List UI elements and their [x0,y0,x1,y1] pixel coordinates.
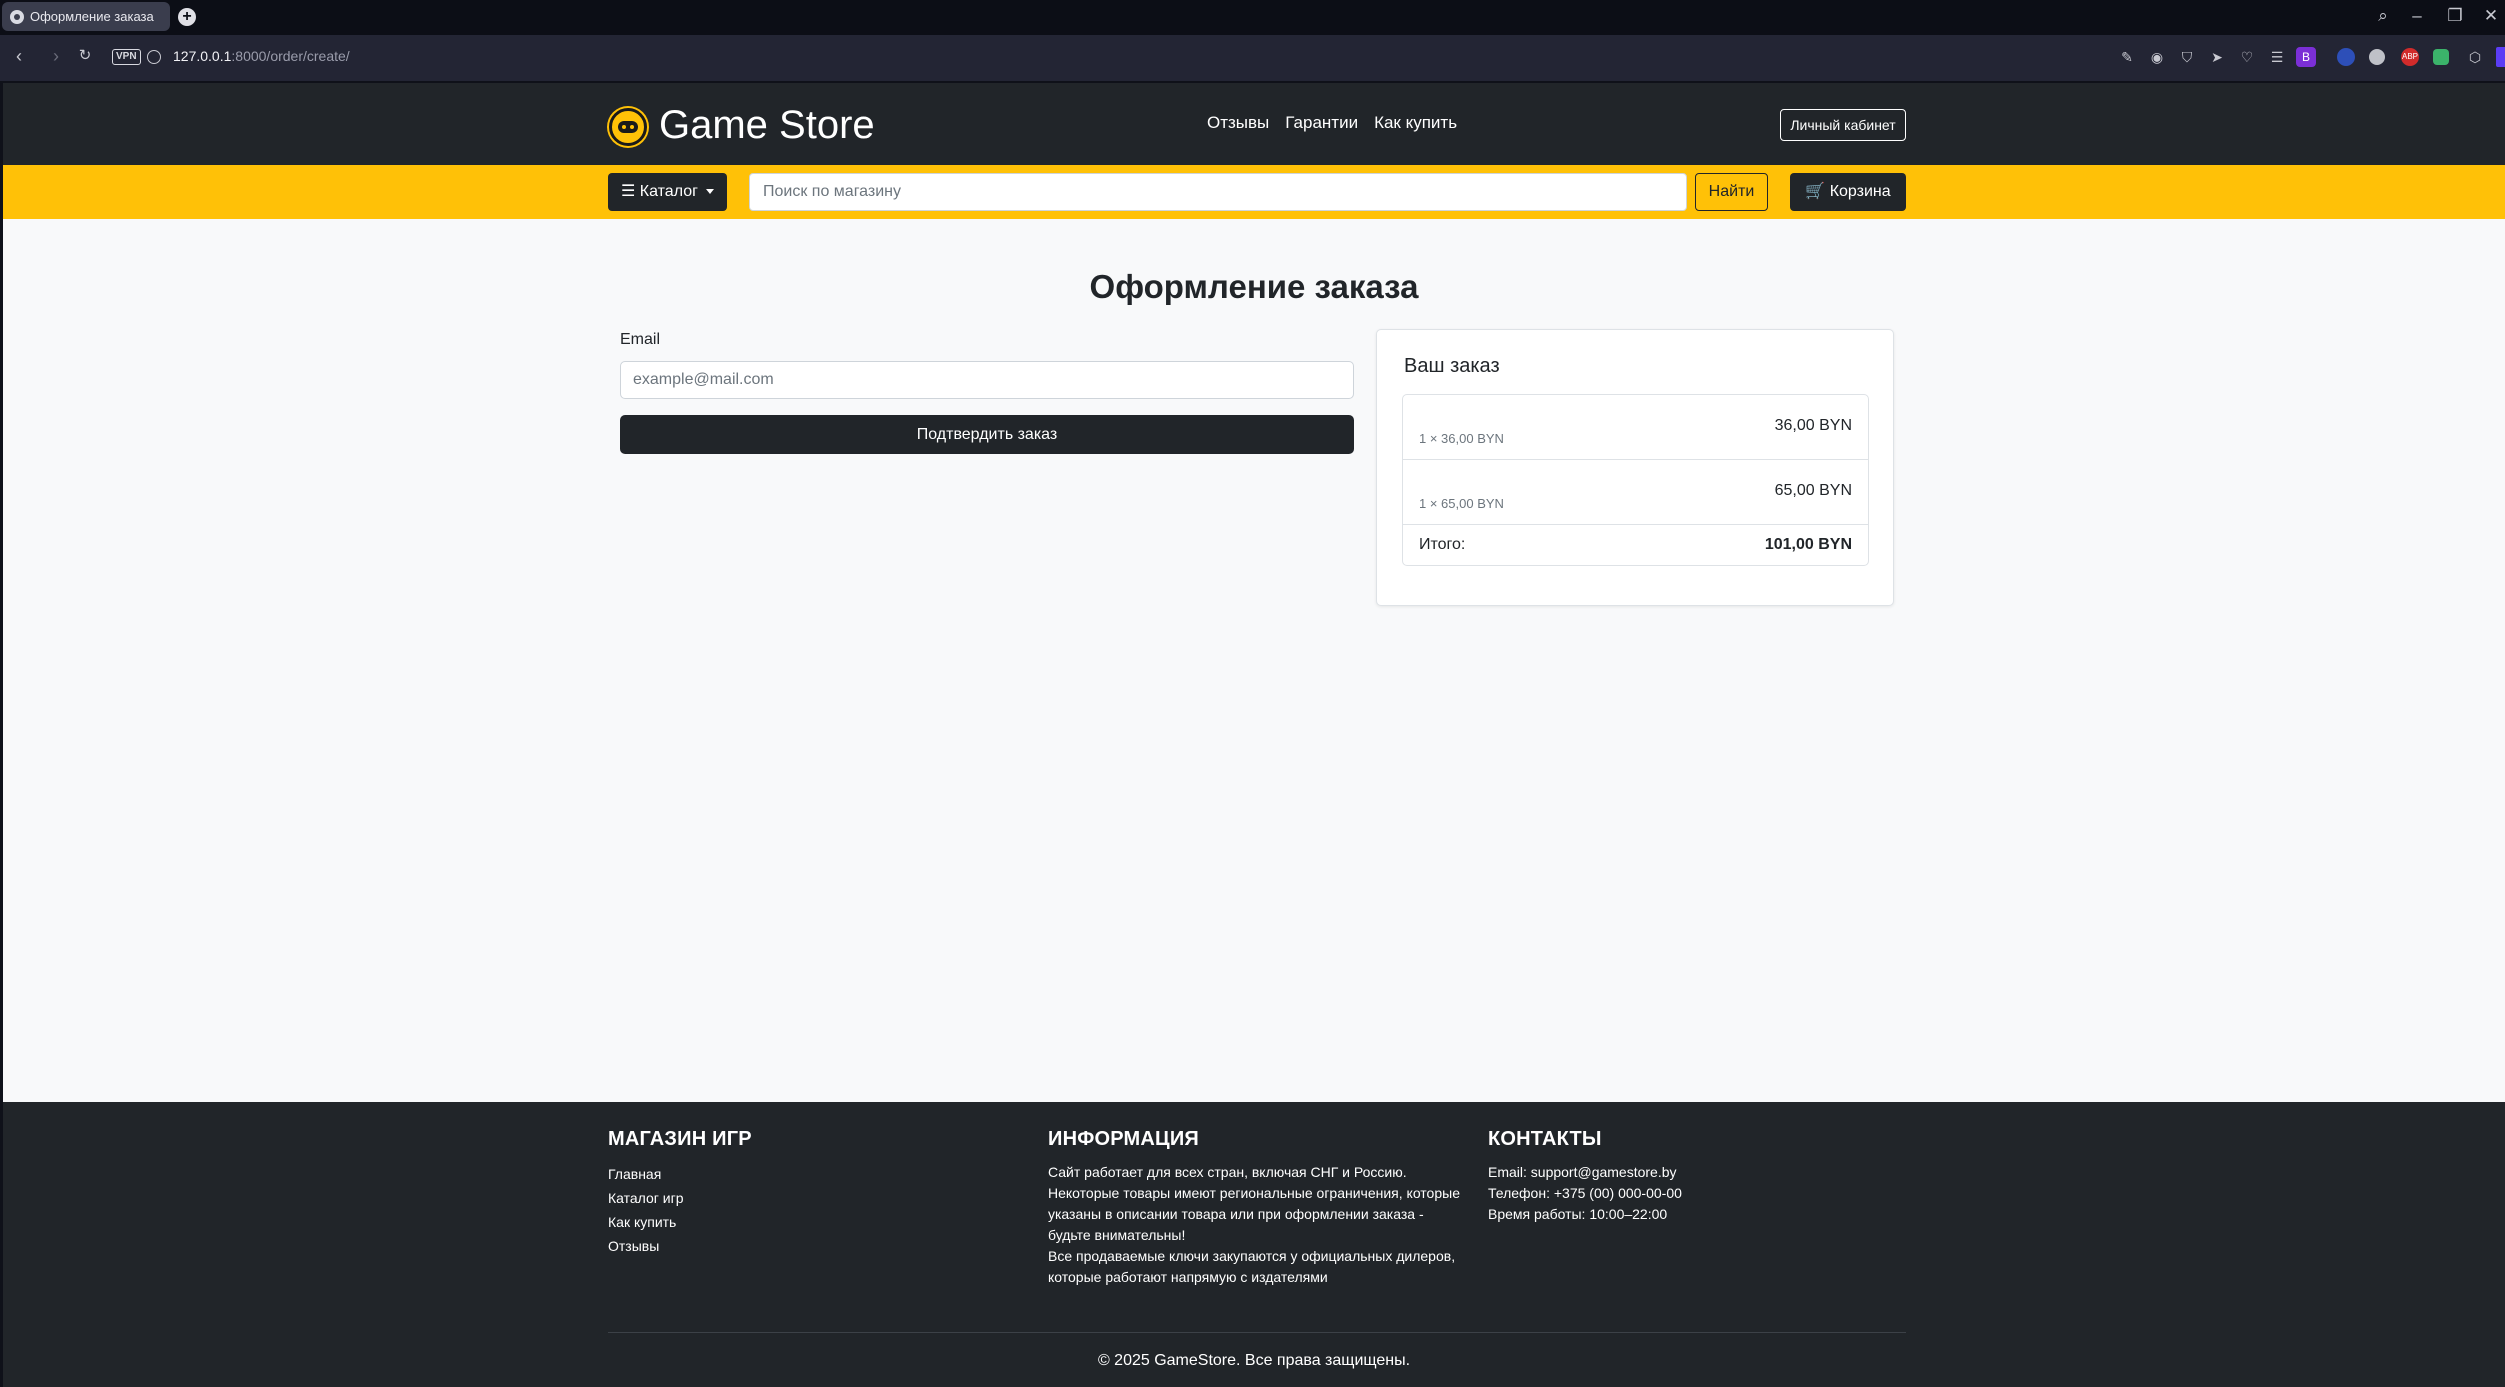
order-item-quantity: 1 × 65,00 BYN [1419,496,1504,511]
footer-info-line: указаны в описании товара или при оформл… [1048,1206,1424,1222]
catalog-dropdown-button[interactable]: ☰ Каталог [608,173,727,211]
site-favicon-icon [10,9,24,24]
footer-info-line: Сайт работает для всех стран, включая СН… [1048,1164,1407,1180]
catalog-label: ☰ Каталог [621,183,698,200]
tab-title: Оформление заказа [30,9,154,24]
footer-info-line: будьте внимательны! [1048,1227,1186,1243]
footer-contact-hours: Время работы: 10:00–22:00 [1488,1206,1668,1222]
heart-icon[interactable]: ♡ [2237,47,2257,67]
search-toolbar: ☰ Каталог Найти 🛒 Корзина [3,165,2505,219]
translate-extension-icon[interactable] [2337,48,2355,66]
vpn-badge[interactable]: VPN [112,49,141,65]
order-total-label: Итого: [1419,536,1466,553]
url-path: :8000/order/create/ [231,48,350,64]
browser-address-bar: ‹ › ↻ VPN 127.0.0.1:8000/order/create/ ✎… [0,35,2505,81]
footer-link-reviews[interactable]: Отзывы [608,1234,752,1258]
extensions-cube-icon[interactable]: ⬡ [2465,47,2485,67]
footer-link-how-to-buy[interactable]: Как купить [608,1210,752,1234]
camera-icon[interactable]: ◉ [2147,47,2167,67]
footer-info-column: ИНФОРМАЦИЯ Сайт работает для всех стран,… [1048,1128,1478,1288]
edit-page-icon[interactable]: ✎ [2117,47,2137,67]
email-label: Email [620,331,661,348]
gamepad-logo-icon[interactable] [609,108,647,146]
footer-divider [608,1332,1906,1333]
url-host: 127.0.0.1 [173,48,232,64]
site-info-icon[interactable] [147,50,161,64]
order-total-row: Итого: 101,00 BYN [1403,525,1868,565]
browser-tab-active[interactable]: Оформление заказа [2,2,170,31]
account-button[interactable]: Личный кабинет [1780,109,1906,141]
confirm-order-button[interactable]: Подтвердить заказ [620,415,1354,454]
browser-search-icon[interactable]: ⌕ [2372,6,2394,26]
green-extension-icon[interactable] [2433,49,2449,65]
footer-info-line: Все продаваемые ключи закупаются у офици… [1048,1248,1456,1264]
footer-contacts-text: Email: support@gamestore.by Телефон: +37… [1488,1162,1682,1225]
profile-b-icon[interactable]: B [2296,47,2316,67]
order-items-list: 1 × 36,00 BYN 36,00 BYN 1 × 65,00 BYN 65… [1402,394,1869,566]
footer-store-heading: МАГАЗИН ИГР [608,1128,752,1150]
search-button[interactable]: Найти [1695,173,1768,211]
send-icon[interactable]: ➤ [2207,47,2227,67]
new-tab-icon[interactable]: + [178,8,196,26]
nav-link-how-to-buy[interactable]: Как купить [1374,113,1457,133]
site-header: Game Store Отзывы Гарантии Как купить Ли… [3,83,2505,165]
close-window-icon[interactable]: ✕ [2480,6,2502,26]
footer-info-heading: ИНФОРМАЦИЯ [1048,1128,1199,1150]
nav-link-reviews[interactable]: Отзывы [1207,113,1269,133]
restore-icon[interactable]: ❐ [2444,6,2466,26]
footer-contact-email: Email: support@gamestore.by [1488,1164,1677,1180]
order-item-price: 36,00 BYN [1774,417,1852,434]
footer-link-catalog[interactable]: Каталог игр [608,1186,752,1210]
site-footer: МАГАЗИН ИГР Главная Каталог игр Как купи… [3,1102,2505,1387]
order-item: 1 × 36,00 BYN 36,00 BYN [1403,395,1868,460]
order-summary-title: Ваш заказ [1404,355,1500,377]
back-icon[interactable]: ‹ [8,46,30,67]
order-total-value: 101,00 BYN [1764,536,1852,553]
web-page: Game Store Отзывы Гарантии Как купить Ли… [3,83,2505,1387]
footer-info-line: Некоторые товары имеют региональные огра… [1048,1185,1460,1201]
forward-icon[interactable]: › [45,46,67,67]
page-title: Оформление заказа [1089,268,1419,305]
sidebar-panel-icon[interactable] [2496,47,2505,67]
url-field[interactable]: 127.0.0.1:8000/order/create/ [173,48,350,64]
circle-extension-icon[interactable] [2369,49,2385,65]
site-brand[interactable]: Game Store [659,103,875,148]
email-field[interactable] [620,361,1354,399]
menu-list-icon[interactable]: ☰ [2267,47,2287,67]
cart-button[interactable]: 🛒 Корзина [1790,173,1906,211]
adblock-extension-icon[interactable]: ABP [2401,48,2419,66]
chevron-down-icon [705,189,714,195]
footer-info-text: Сайт работает для всех стран, включая СН… [1048,1162,1478,1288]
reload-icon[interactable]: ↻ [74,46,96,64]
footer-contact-phone: Телефон: +375 (00) 000-00-00 [1488,1185,1682,1201]
footer-copyright: © 2025 GameStore. Все права защищены. [1097,1352,1411,1369]
browser-tab-bar: Оформление заказа + ⌕ – ❐ ✕ [0,0,2505,35]
order-summary-card: Ваш заказ 1 × 36,00 BYN 36,00 BYN 1 × 65… [1376,329,1894,606]
footer-contacts-column: КОНТАКТЫ Email: support@gamestore.by Тел… [1488,1128,1682,1225]
footer-info-line: которые работают напрямую с издателями [1048,1269,1328,1285]
shield-check-icon[interactable]: ⛉ [2177,47,2197,67]
minimize-icon[interactable]: – [2406,6,2428,26]
order-item-quantity: 1 × 36,00 BYN [1419,431,1504,446]
top-navigation: Отзывы Гарантии Как купить [1207,113,1457,133]
search-input[interactable] [749,173,1687,211]
footer-store-column: МАГАЗИН ИГР Главная Каталог игр Как купи… [608,1128,752,1258]
footer-link-home[interactable]: Главная [608,1162,752,1186]
order-item-price: 65,00 BYN [1774,482,1852,499]
nav-link-guarantees[interactable]: Гарантии [1285,113,1358,133]
footer-contacts-heading: КОНТАКТЫ [1488,1128,1602,1150]
order-item: 1 × 65,00 BYN 65,00 BYN [1403,460,1868,525]
